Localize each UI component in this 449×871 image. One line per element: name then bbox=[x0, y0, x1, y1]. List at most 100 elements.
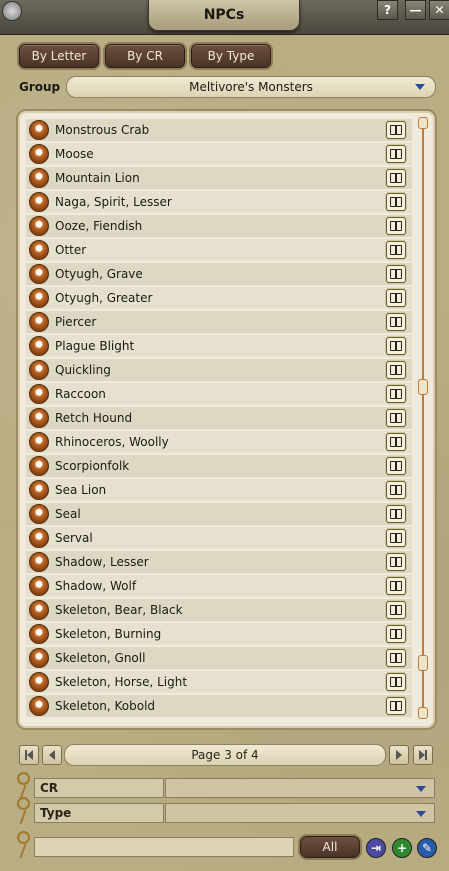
open-book-button[interactable] bbox=[386, 577, 406, 595]
scroll-thumb[interactable] bbox=[418, 379, 428, 395]
skull-token-icon[interactable] bbox=[29, 288, 49, 308]
list-item[interactable]: Piercer bbox=[26, 311, 412, 333]
npc-name[interactable]: Moose bbox=[55, 147, 386, 161]
import-button[interactable]: ⇥ bbox=[366, 838, 386, 858]
scrollbar[interactable] bbox=[418, 117, 428, 719]
npc-name[interactable]: Otyugh, Greater bbox=[55, 291, 386, 305]
skull-token-icon[interactable] bbox=[29, 312, 49, 332]
npc-name[interactable]: Raccoon bbox=[55, 387, 386, 401]
skull-token-icon[interactable] bbox=[29, 192, 49, 212]
list-item[interactable]: Ooze, Fiendish bbox=[26, 215, 412, 237]
npc-name[interactable]: Seal bbox=[55, 507, 386, 521]
list-item[interactable]: Otter bbox=[26, 239, 412, 261]
list-item[interactable]: Skeleton, Bear, Black bbox=[26, 599, 412, 621]
npc-name[interactable]: Skeleton, Burning bbox=[55, 627, 386, 641]
first-page-button[interactable] bbox=[19, 745, 39, 765]
list-item[interactable]: Naga, Spirit, Lesser bbox=[26, 191, 412, 213]
help-button[interactable]: ? bbox=[377, 0, 398, 20]
npc-name[interactable]: Skeleton, Bear, Black bbox=[55, 603, 386, 617]
npc-name[interactable]: Plague Blight bbox=[55, 339, 386, 353]
npc-name[interactable]: Otter bbox=[55, 243, 386, 257]
pin-icon[interactable] bbox=[17, 831, 31, 858]
skull-token-icon[interactable] bbox=[29, 504, 49, 524]
open-book-button[interactable] bbox=[386, 649, 406, 667]
open-book-button[interactable] bbox=[386, 433, 406, 451]
skull-token-icon[interactable] bbox=[29, 528, 49, 548]
all-button[interactable]: All bbox=[300, 836, 360, 858]
list-item[interactable]: Retch Hound bbox=[26, 407, 412, 429]
skull-token-icon[interactable] bbox=[29, 216, 49, 236]
npc-name[interactable]: Otyugh, Grave bbox=[55, 267, 386, 281]
last-page-button[interactable] bbox=[413, 745, 433, 765]
open-book-button[interactable] bbox=[386, 265, 406, 283]
list-item[interactable]: Rhinoceros, Woolly bbox=[26, 431, 412, 453]
list-item[interactable]: Raccoon bbox=[26, 383, 412, 405]
list-item[interactable]: Skeleton, Horse, Light bbox=[26, 671, 412, 693]
open-book-button[interactable] bbox=[386, 673, 406, 691]
open-book-button[interactable] bbox=[386, 217, 406, 235]
open-book-button[interactable] bbox=[386, 697, 406, 715]
list-item[interactable]: Moose bbox=[26, 143, 412, 165]
npc-name[interactable]: Quickling bbox=[55, 363, 386, 377]
skull-token-icon[interactable] bbox=[29, 624, 49, 644]
search-input[interactable] bbox=[34, 837, 294, 857]
list-item[interactable]: Skeleton, Kobold bbox=[26, 695, 412, 717]
skull-token-icon[interactable] bbox=[29, 456, 49, 476]
list-item[interactable]: Otyugh, Grave bbox=[26, 263, 412, 285]
pin-icon[interactable] bbox=[17, 797, 31, 824]
skull-token-icon[interactable] bbox=[29, 600, 49, 620]
open-book-button[interactable] bbox=[386, 145, 406, 163]
list-item[interactable]: Otyugh, Greater bbox=[26, 287, 412, 309]
open-book-button[interactable] bbox=[386, 121, 406, 139]
list-item[interactable]: Plague Blight bbox=[26, 335, 412, 357]
skull-token-icon[interactable] bbox=[29, 672, 49, 692]
npc-name[interactable]: Piercer bbox=[55, 315, 386, 329]
npc-name[interactable]: Shadow, Wolf bbox=[55, 579, 386, 593]
skull-token-icon[interactable] bbox=[29, 408, 49, 428]
skull-token-icon[interactable] bbox=[29, 432, 49, 452]
list-item[interactable]: Shadow, Lesser bbox=[26, 551, 412, 573]
npc-name[interactable]: Skeleton, Kobold bbox=[55, 699, 386, 713]
edit-button[interactable]: ✎ bbox=[417, 838, 437, 858]
tab-by-type[interactable]: By Type bbox=[191, 44, 271, 68]
open-book-button[interactable] bbox=[386, 601, 406, 619]
skull-token-icon[interactable] bbox=[29, 120, 49, 140]
npc-name[interactable]: Skeleton, Gnoll bbox=[55, 651, 386, 665]
skull-token-icon[interactable] bbox=[29, 480, 49, 500]
npc-name[interactable]: Shadow, Lesser bbox=[55, 555, 386, 569]
npc-name[interactable]: Ooze, Fiendish bbox=[55, 219, 386, 233]
skull-token-icon[interactable] bbox=[29, 264, 49, 284]
open-book-button[interactable] bbox=[386, 409, 406, 427]
open-book-button[interactable] bbox=[386, 361, 406, 379]
pin-icon[interactable] bbox=[17, 772, 31, 799]
list-item[interactable]: Skeleton, Gnoll bbox=[26, 647, 412, 669]
list-item[interactable]: Shadow, Wolf bbox=[26, 575, 412, 597]
npc-name[interactable]: Naga, Spirit, Lesser bbox=[55, 195, 386, 209]
previous-page-button[interactable] bbox=[42, 745, 62, 765]
skull-token-icon[interactable] bbox=[29, 648, 49, 668]
next-page-button[interactable] bbox=[389, 745, 409, 765]
list-item[interactable]: Sea Lion bbox=[26, 479, 412, 501]
open-book-button[interactable] bbox=[386, 337, 406, 355]
npc-name[interactable]: Skeleton, Horse, Light bbox=[55, 675, 386, 689]
open-book-button[interactable] bbox=[386, 169, 406, 187]
filter-cr-dropdown[interactable] bbox=[165, 778, 435, 798]
list-item[interactable]: Quickling bbox=[26, 359, 412, 381]
open-book-button[interactable] bbox=[386, 385, 406, 403]
filter-type-dropdown[interactable] bbox=[165, 803, 435, 823]
npc-name[interactable]: Scorpionfolk bbox=[55, 459, 386, 473]
list-item[interactable]: Monstrous Crab bbox=[26, 119, 412, 141]
skull-token-icon[interactable] bbox=[29, 576, 49, 596]
list-item[interactable]: Scorpionfolk bbox=[26, 455, 412, 477]
tab-by-cr[interactable]: By CR bbox=[105, 44, 185, 68]
tab-by-letter[interactable]: By Letter bbox=[19, 44, 99, 68]
skull-token-icon[interactable] bbox=[29, 168, 49, 188]
skull-token-icon[interactable] bbox=[29, 696, 49, 716]
open-book-button[interactable] bbox=[386, 289, 406, 307]
list-item[interactable]: Seal bbox=[26, 503, 412, 525]
list-item[interactable]: Skeleton, Burning bbox=[26, 623, 412, 645]
npc-name[interactable]: Sea Lion bbox=[55, 483, 386, 497]
open-book-button[interactable] bbox=[386, 457, 406, 475]
npc-name[interactable]: Serval bbox=[55, 531, 386, 545]
npc-name[interactable]: Mountain Lion bbox=[55, 171, 386, 185]
